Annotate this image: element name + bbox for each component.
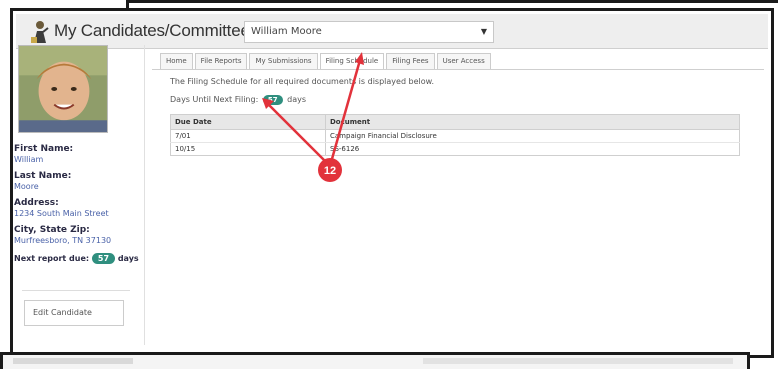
table-row: 10/15 SS-6126 (170, 142, 740, 156)
due-date-cell: 10/15 (170, 142, 326, 156)
next-filing-prefix: Days Until Next Filing: (170, 95, 259, 104)
tab-bar: Home File Reports My Submissions Filing … (160, 53, 493, 70)
next-filing-line: Days Until Next Filing: 57 days (170, 95, 306, 105)
due-date-cell: 7/01 (170, 129, 326, 143)
candidate-figure-icon (31, 21, 49, 43)
first-name-value: William (14, 155, 44, 164)
table-header-row: Due Date Document (170, 114, 740, 130)
tab-my-submissions[interactable]: My Submissions (249, 53, 318, 69)
tab-underline (152, 69, 764, 70)
lower-window-edge (0, 352, 750, 369)
schedule-intro: The Filing Schedule for all required doc… (170, 77, 435, 86)
first-name-label: First Name: (14, 144, 74, 154)
next-report-label: Next report due: (14, 254, 90, 263)
chevron-down-icon: ▼ (480, 27, 487, 36)
city-label: City, State Zip: (14, 225, 90, 235)
tab-home[interactable]: Home (160, 53, 193, 69)
address-label: Address: (14, 198, 59, 208)
candidate-sidebar: First Name: William Last Name: Moore Add… (14, 45, 139, 264)
window-top-edge (128, 0, 778, 3)
next-report-due: Next report due: 57 days (14, 253, 139, 264)
document-cell: Campaign Financial Disclosure (325, 129, 740, 143)
next-report-suffix: days (117, 254, 139, 263)
table-row: 7/01 Campaign Financial Disclosure (170, 129, 740, 143)
candidate-select[interactable]: William Moore ▼ (244, 21, 494, 43)
tab-filing-schedule[interactable]: Filing Schedule (319, 53, 385, 70)
document-cell: SS-6126 (325, 142, 740, 156)
filing-schedule-table: Due Date Document 7/01 Campaign Financia… (170, 114, 740, 156)
blurred-header-bar (13, 358, 133, 364)
last-name-value: Moore (14, 182, 39, 191)
last-name-label: Last Name: (14, 171, 72, 181)
due-date-header: Due Date (170, 114, 326, 130)
page-title: My Candidates/Committees (54, 21, 258, 40)
avatar (18, 45, 108, 133)
tab-file-reports[interactable]: File Reports (194, 53, 248, 69)
sidebar-divider (22, 290, 130, 291)
candidate-select-value: William Moore (251, 26, 322, 37)
edit-candidate-button[interactable]: Edit Candidate (24, 300, 124, 326)
next-filing-badge: 57 (262, 95, 283, 105)
blurred-header-bar-right (423, 358, 733, 364)
document-header: Document (325, 114, 740, 130)
tab-user-access[interactable]: User Access (436, 53, 491, 69)
city-value: Murfreesboro, TN 37130 (14, 236, 112, 245)
next-filing-suffix: days (287, 95, 307, 104)
tab-filing-fees[interactable]: Filing Fees (386, 53, 435, 69)
address-value: 1234 South Main Street (14, 209, 109, 218)
sidebar-separator (144, 45, 145, 345)
next-report-badge: 57 (91, 253, 116, 264)
app-header: My Candidates/Committees William Moore ▼ (16, 14, 768, 49)
